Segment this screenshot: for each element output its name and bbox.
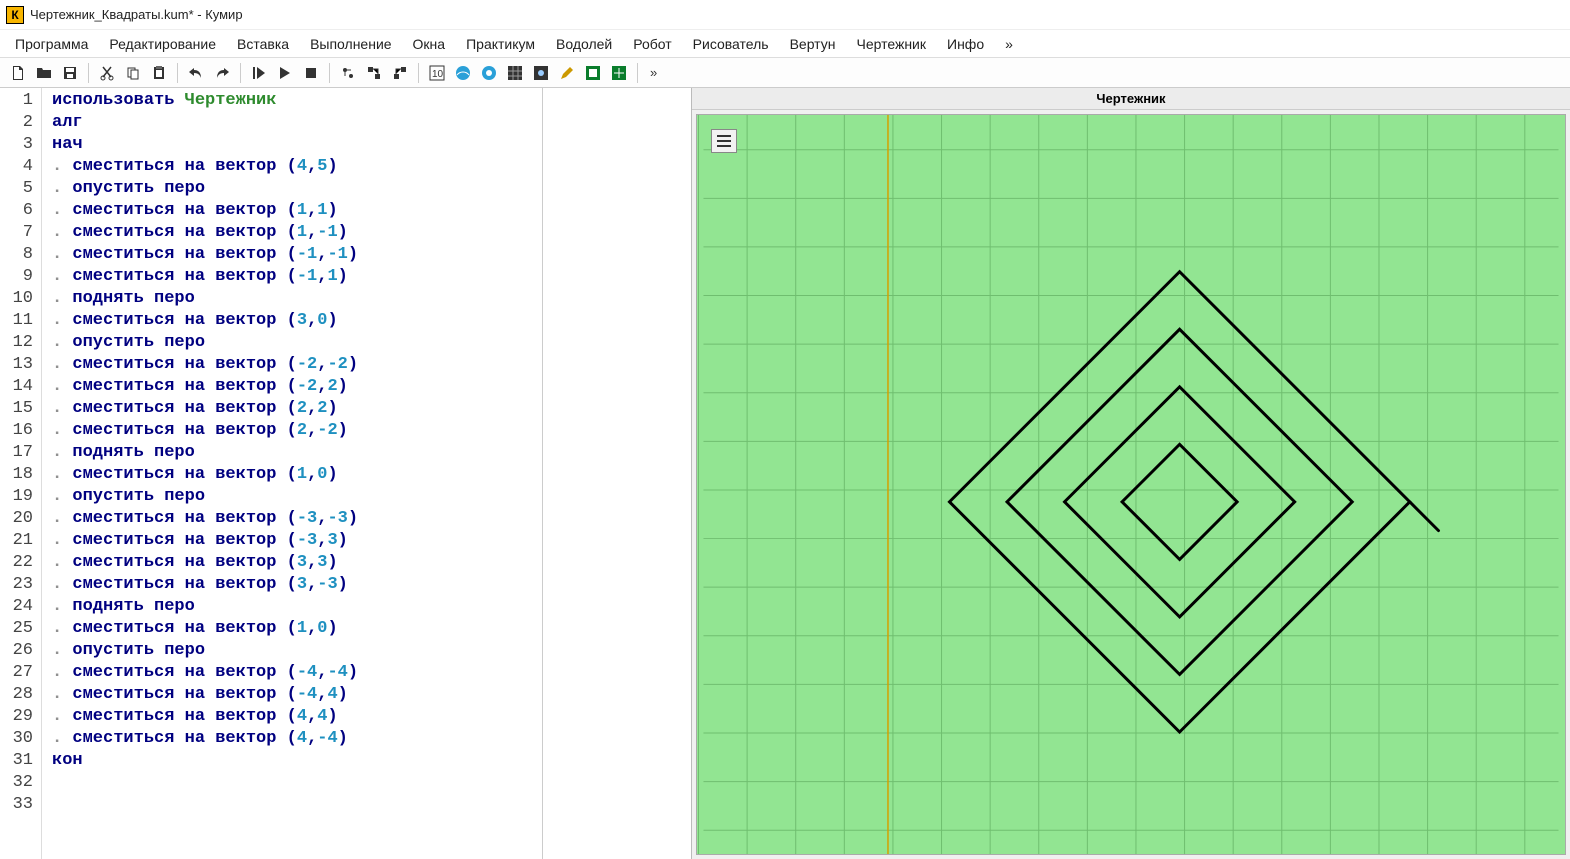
tool-pencil-icon[interactable]	[555, 61, 579, 85]
new-file-icon[interactable]	[6, 61, 30, 85]
code-line[interactable]: . сместиться на вектор (3,0)	[52, 310, 542, 332]
menu-item-1[interactable]: Редактирование	[100, 32, 225, 56]
code-line[interactable]: . поднять перо	[52, 442, 542, 464]
redo-icon[interactable]	[210, 61, 234, 85]
code-line[interactable]: . сместиться на вектор (-2,2)	[52, 376, 542, 398]
menubar: ПрограммаРедактированиеВставкаВыполнение…	[0, 30, 1570, 58]
toolbar-separator	[177, 63, 178, 83]
tool-green1-icon[interactable]	[581, 61, 605, 85]
code-line[interactable]: . сместиться на вектор (-1,1)	[52, 266, 542, 288]
drawing-canvas[interactable]	[696, 114, 1566, 855]
menu-item-6[interactable]: Водолей	[547, 32, 621, 56]
code-line[interactable]: . сместиться на вектор (-3,-3)	[52, 508, 542, 530]
code-line[interactable]: . сместиться на вектор (3,-3)	[52, 574, 542, 596]
titlebar: К Чертежник_Квадраты.kum* - Кумир	[0, 0, 1570, 30]
code-line[interactable]: . сместиться на вектор (1,-1)	[52, 222, 542, 244]
toolbar-separator	[329, 63, 330, 83]
code-line[interactable]: . сместиться на вектор (-4,-4)	[52, 662, 542, 684]
save-file-icon[interactable]	[58, 61, 82, 85]
code-line[interactable]: . сместиться на вектор (1,0)	[52, 464, 542, 486]
actor-switch-icon[interactable]	[336, 61, 360, 85]
code-lines[interactable]: использовать Чертежникалгнач. сместиться…	[42, 88, 542, 859]
code-line[interactable]: . опустить перо	[52, 640, 542, 662]
app-icon: К	[6, 6, 24, 24]
editor-pane: 1234567891011121314151617181920212223242…	[0, 88, 692, 859]
code-line[interactable]: . сместиться на вектор (4,5)	[52, 156, 542, 178]
menu-item-5[interactable]: Практикум	[457, 32, 544, 56]
undo-icon[interactable]	[184, 61, 208, 85]
code-line[interactable]	[52, 772, 542, 794]
code-line[interactable]: . опустить перо	[52, 178, 542, 200]
tool-a-icon[interactable]: 10	[425, 61, 449, 85]
canvas-pane: Чертежник	[692, 88, 1570, 859]
code-line[interactable]: . сместиться на вектор (-4,4)	[52, 684, 542, 706]
window-title: Чертежник_Квадраты.kum* - Кумир	[30, 7, 243, 22]
code-editor[interactable]: 1234567891011121314151617181920212223242…	[0, 88, 543, 859]
toolbar-separator	[240, 63, 241, 83]
menu-item-11[interactable]: Инфо	[938, 32, 993, 56]
code-line[interactable]: . сместиться на вектор (4,4)	[52, 706, 542, 728]
module2-icon[interactable]	[388, 61, 412, 85]
tool-green2-icon[interactable]	[607, 61, 631, 85]
open-file-icon[interactable]	[32, 61, 56, 85]
run-step-icon[interactable]	[247, 61, 271, 85]
toolbar-more[interactable]: »	[644, 61, 663, 85]
toolbar: 10 »	[0, 58, 1570, 88]
run-icon[interactable]	[273, 61, 297, 85]
menu-item-3[interactable]: Выполнение	[301, 32, 400, 56]
menu-item-0[interactable]: Программа	[6, 32, 97, 56]
editor-side-column	[543, 88, 691, 859]
tool-grid-icon[interactable]	[503, 61, 527, 85]
paste-icon[interactable]	[147, 61, 171, 85]
code-line[interactable]: . поднять перо	[52, 288, 542, 310]
code-line[interactable]: . сместиться на вектор (4,-4)	[52, 728, 542, 750]
canvas-svg	[697, 115, 1565, 854]
module-icon[interactable]	[362, 61, 386, 85]
code-line[interactable]: . сместиться на вектор (-1,-1)	[52, 244, 542, 266]
code-line[interactable]: . сместиться на вектор (-3,3)	[52, 530, 542, 552]
menu-item-7[interactable]: Робот	[624, 32, 680, 56]
canvas-title: Чертежник	[692, 88, 1570, 110]
menu-item-4[interactable]: Окна	[404, 32, 455, 56]
menu-item-9[interactable]: Вертун	[781, 32, 845, 56]
svg-text:10: 10	[432, 69, 444, 80]
menu-item-2[interactable]: Вставка	[228, 32, 298, 56]
code-line[interactable]: . сместиться на вектор (1,0)	[52, 618, 542, 640]
copy-icon[interactable]	[121, 61, 145, 85]
code-line[interactable]: . сместиться на вектор (-2,-2)	[52, 354, 542, 376]
code-line[interactable]: . поднять перо	[52, 596, 542, 618]
code-line[interactable]: кон	[52, 750, 542, 772]
code-line[interactable]: алг	[52, 112, 542, 134]
toolbar-separator	[637, 63, 638, 83]
code-line[interactable]: . сместиться на вектор (2,-2)	[52, 420, 542, 442]
cut-icon[interactable]	[95, 61, 119, 85]
code-line[interactable]: . сместиться на вектор (1,1)	[52, 200, 542, 222]
code-line[interactable]: . опустить перо	[52, 486, 542, 508]
line-number-gutter: 1234567891011121314151617181920212223242…	[0, 88, 42, 859]
main-area: 1234567891011121314151617181920212223242…	[0, 88, 1570, 859]
code-line[interactable]: . опустить перо	[52, 332, 542, 354]
menu-item-12[interactable]: »	[996, 32, 1022, 56]
menu-item-10[interactable]: Чертежник	[847, 32, 935, 56]
code-line[interactable]: . сместиться на вектор (2,2)	[52, 398, 542, 420]
tool-d-icon[interactable]	[529, 61, 553, 85]
code-line[interactable]	[52, 794, 542, 816]
menu-item-8[interactable]: Рисователь	[684, 32, 778, 56]
tool-b-icon[interactable]	[451, 61, 475, 85]
tool-c-icon[interactable]	[477, 61, 501, 85]
stop-icon[interactable]	[299, 61, 323, 85]
code-line[interactable]: нач	[52, 134, 542, 156]
toolbar-separator	[88, 63, 89, 83]
code-line[interactable]: . сместиться на вектор (3,3)	[52, 552, 542, 574]
toolbar-separator	[418, 63, 419, 83]
canvas-menu-button[interactable]	[711, 129, 737, 153]
code-line[interactable]: использовать Чертежник	[52, 90, 542, 112]
